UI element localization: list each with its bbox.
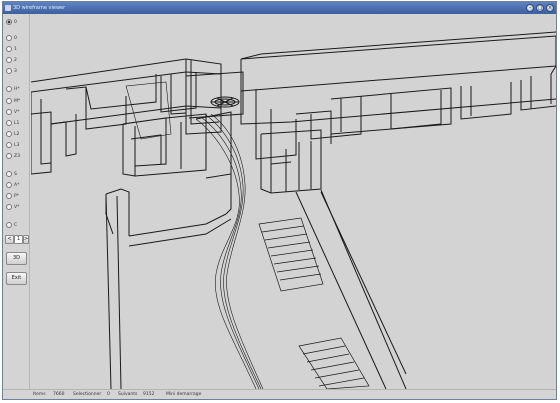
radio-option-2[interactable]: 1 [6,45,17,53]
status-label-items: Items [33,392,46,397]
radio-option-11[interactable]: Z3 [6,152,20,160]
close-button[interactable]: × [546,4,554,12]
radio-label: H* [14,86,20,92]
road-wireframe [295,189,407,389]
radio-button[interactable] [6,19,12,25]
radio-option-5[interactable]: H* [6,85,20,93]
radio-label: V* [14,109,20,115]
radio-label: P* [14,193,19,199]
radio-option-7[interactable]: V* [6,108,19,116]
radio-button[interactable] [6,120,12,126]
status-mode: Mini demarrage [166,392,202,397]
minimize-button[interactable]: – [526,4,534,12]
status-value-next: 9152 [143,392,155,397]
radio-label: 2 [14,57,17,63]
radio-label: 0 [14,35,17,41]
status-value-items: 7660 [53,392,65,397]
radio-button[interactable] [6,46,12,52]
radio-label: 1 [14,46,17,52]
status-value-selection: 0 [107,392,110,397]
radio-option-3[interactable]: 2 [6,56,17,64]
radio-button[interactable] [6,131,12,137]
radio-option-10[interactable]: L3 [6,141,19,149]
radio-button[interactable] [6,153,12,159]
app-window: 3D wireframe viewer – □ × 0 0 1 2 3 H* M… [2,1,557,400]
crosswalk-lower [298,337,370,389]
radio-label: L3 [14,142,20,148]
radio-option-8[interactable]: L1 [6,119,19,127]
radio-label: L1 [14,120,20,126]
maximize-button[interactable]: □ [536,4,544,12]
app-icon [5,5,11,11]
status-bar: Items 7660 Selectionner 0 Suivants 9152 … [3,389,556,399]
radio-label: V* [14,204,20,210]
radio-option-12[interactable]: S [6,170,17,178]
view-3d-button[interactable]: 3D [6,252,27,265]
radio-button[interactable] [6,35,12,41]
radio-option-13[interactable]: A* [6,181,19,189]
left-building-wireframe [31,58,222,175]
radio-label: S [14,171,17,177]
radio-button[interactable] [6,86,12,92]
radio-option-4[interactable]: 3 [6,67,17,75]
radio-option-1[interactable]: 0 [6,34,17,42]
next-button[interactable]: > [23,235,29,244]
central-plaza-wireframe [185,71,244,119]
page-field[interactable]: 1 [14,235,23,244]
radio-button[interactable] [6,182,12,188]
radio-option-16[interactable]: C [6,221,17,229]
exit-button[interactable]: Exit [6,272,27,285]
radio-label: 0 [14,19,17,25]
radio-label: C [14,222,18,228]
radio-label: Z3 [14,153,20,159]
prev-button[interactable]: < [5,235,14,244]
radio-button[interactable] [6,193,12,199]
right-building-wireframe [240,31,556,194]
radio-option-9[interactable]: L2 [6,130,19,138]
title-bar: 3D wireframe viewer – □ × [3,2,556,14]
status-label-next: Suivants [118,392,138,397]
radio-button[interactable] [6,204,12,210]
radio-option-15[interactable]: V* [6,203,19,211]
radio-button[interactable] [6,68,12,74]
radio-option-14[interactable]: P* [6,192,19,200]
radio-label: A* [14,182,20,188]
status-label-selection: Selectionner [73,392,102,397]
radio-button[interactable] [6,171,12,177]
radio-label: L2 [14,131,20,137]
radio-option-6[interactable]: M* [6,97,20,105]
radio-button[interactable] [6,222,12,228]
radio-button[interactable] [6,109,12,115]
left-tower-wireframe [105,111,232,389]
radio-label: 3 [14,68,17,74]
radio-button[interactable] [6,57,12,63]
sidebar-panel: 0 0 1 2 3 H* M* V* L1 L2 L3 Z3 S A* P* V… [3,14,30,389]
wireframe-scene [31,31,556,389]
window-title: 3D wireframe viewer [13,5,66,11]
radio-label: M* [14,98,21,104]
window-controls: – □ × [526,4,554,12]
radio-button[interactable] [6,98,12,104]
3d-viewport[interactable] [31,14,556,389]
radio-option-0[interactable]: 0 [6,18,17,26]
radio-button[interactable] [6,142,12,148]
